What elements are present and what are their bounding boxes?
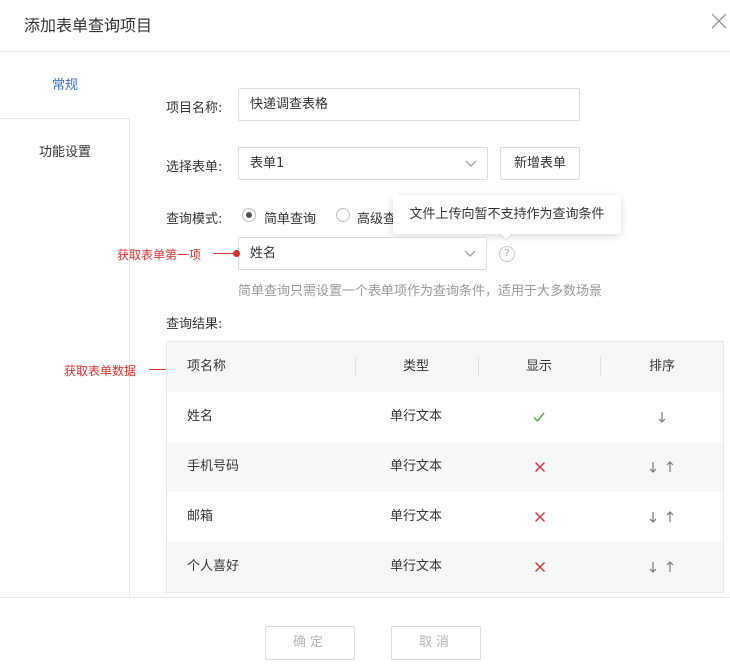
new-form-button[interactable]: 新增表单 [500,147,580,180]
query-mode-hint: 简单查询只需设置一个表单项作为查询条件，适用于大多数场景 [238,284,603,299]
row-type: 单行文本 [390,459,443,474]
radio-advanced-query[interactable] [336,208,350,222]
radio-simple-query[interactable] [242,208,256,222]
row-name: 姓名 [187,409,214,424]
row-type: 单行文本 [390,409,443,424]
row-name: 手机号码 [187,459,240,474]
sort-down-icon[interactable] [657,411,667,423]
settings-nav: 常规 功能设置 [0,52,130,597]
table-row: 手机号码 单行文本 [167,442,723,492]
chevron-down-icon [464,250,476,257]
cross-icon[interactable] [534,561,546,573]
nav-item-general[interactable]: 常规 [0,52,130,119]
column-divider [600,357,601,377]
project-name-input[interactable]: 快递调查表格 [238,88,580,121]
radio-simple-query-label: 简单查询 [264,212,317,227]
query-mode-label: 查询模式: [166,212,223,227]
help-icon[interactable]: ? [499,246,515,262]
table-row: 邮箱 单行文本 [167,492,723,542]
column-header-sort: 排序 [649,359,676,374]
query-field-value: 姓名 [250,246,277,261]
annotation-dot [233,250,240,257]
column-header-name: 项名称 [187,359,227,374]
row-type: 单行文本 [390,559,443,574]
cross-icon[interactable] [534,511,546,523]
column-divider [355,357,356,377]
cancel-button[interactable]: 取消 [391,626,481,660]
sort-up-icon[interactable] [665,561,675,573]
radio-advanced-query-label: 高级查 [357,212,397,227]
project-name-label: 项目名称: [166,101,223,116]
tooltip-arrow [500,233,512,239]
query-result-label: 查询结果: [166,317,223,332]
footer-divider [0,597,730,598]
cross-icon[interactable] [534,461,546,473]
column-divider [478,357,479,377]
nav-item-function-settings[interactable]: 功能设置 [0,119,130,186]
annotation-first-item: 获取表单第一项 [117,248,202,262]
column-header-visible: 显示 [526,359,553,374]
query-result-table: 项名称 类型 显示 排序 姓名 单行文本 手机号码 单行文本 邮箱 单行文本 个… [166,341,724,593]
sort-down-icon[interactable] [648,511,658,523]
query-field-dropdown[interactable]: 姓名 [238,237,487,270]
select-form-label: 选择表单: [166,160,223,175]
select-form-value: 表单1 [250,156,285,171]
table-row: 姓名 单行文本 [167,392,723,442]
sort-down-icon[interactable] [648,461,658,473]
close-icon[interactable] [708,10,730,32]
row-type: 单行文本 [390,509,443,524]
tooltip: 文件上传向暂不支持作为查询条件 [393,195,621,234]
ok-button[interactable]: 确定 [265,626,355,660]
annotation-form-data: 获取表单数据 [64,364,137,378]
dialog-header: 添加表单查询项目 [0,0,730,52]
row-name: 邮箱 [187,509,214,524]
sort-down-icon[interactable] [648,561,658,573]
column-header-type: 类型 [403,359,430,374]
table-header: 项名称 类型 显示 排序 [167,342,723,392]
row-name: 个人喜好 [187,559,240,574]
sort-up-icon[interactable] [665,511,675,523]
check-icon[interactable] [533,411,545,423]
select-form-dropdown[interactable]: 表单1 [238,147,488,180]
dialog-title: 添加表单查询项目 [24,16,153,35]
sort-up-icon[interactable] [665,461,675,473]
chevron-down-icon [465,160,477,167]
table-row: 个人喜好 单行文本 [167,542,723,592]
